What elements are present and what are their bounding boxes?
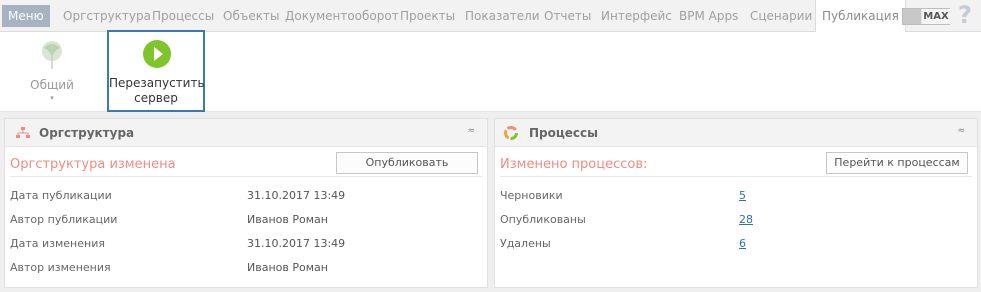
collapse-icon[interactable]: ≈ — [467, 126, 475, 136]
general-label: Общий — [30, 78, 74, 92]
published-label: Опубликованы — [500, 213, 586, 226]
orgstructure-status: Оргструктура изменена — [10, 157, 176, 172]
chevron-down-icon: ▾ — [50, 94, 54, 102]
ribbon-toolbar: Общий ▾ Перезапустить сервер — [0, 30, 981, 112]
deleted-count-link[interactable]: 6 — [739, 237, 746, 250]
orgstructure-panel: Оргструктура ≈ Оргструктура изменена Опу… — [4, 118, 488, 288]
tab-orgstructure[interactable]: Оргструктура — [63, 0, 151, 32]
change-author-value: Иванов Роман — [247, 261, 328, 274]
publication-date-label: Дата публикации — [10, 189, 112, 202]
published-count-link[interactable]: 28 — [739, 213, 753, 226]
processes-panel: Процессы ≈ Изменено процессов: Перейти к… — [494, 118, 978, 288]
publication-author-label: Автор публикации — [10, 213, 118, 226]
tab-publication[interactable]: Публикация — [815, 0, 906, 33]
tab-scenarios[interactable]: Сценарии — [750, 0, 812, 32]
general-dropdown[interactable]: Общий ▾ — [28, 40, 76, 102]
change-author-label: Автор изменения — [10, 261, 111, 274]
org-chart-icon — [16, 127, 30, 138]
restart-server-button[interactable]: Перезапустить сервер — [107, 30, 205, 112]
drafts-label: Черновики — [500, 189, 563, 202]
change-date-label: Дата изменения — [10, 237, 105, 250]
divider — [500, 176, 972, 177]
divider — [10, 176, 482, 177]
tab-processes[interactable]: Процессы — [152, 0, 214, 32]
publication-author-value: Иванов Роман — [247, 213, 328, 226]
restart-server-label: Перезапустить сервер — [109, 76, 205, 105]
drafts-count-link[interactable]: 5 — [739, 189, 746, 202]
processes-status: Изменено процессов: — [500, 157, 648, 172]
tab-projects[interactable]: Проекты — [400, 0, 455, 32]
tab-objects[interactable]: Объекты — [223, 0, 279, 32]
go-to-processes-button[interactable]: Перейти к процессам — [826, 152, 968, 174]
processes-panel-title: Процессы — [529, 126, 598, 140]
toggle-knob — [903, 9, 921, 24]
orgstructure-panel-title: Оргструктура — [39, 126, 135, 140]
tab-indicators[interactable]: Показатели — [465, 0, 540, 32]
play-icon — [143, 40, 171, 68]
process-ring-icon — [504, 126, 518, 140]
orgstructure-panel-header[interactable]: Оргструктура ≈ — [5, 119, 487, 147]
top-menu-bar: Меню Оргструктура Процессы Объекты Докум… — [0, 0, 981, 33]
tab-reports[interactable]: Отчеты — [544, 0, 591, 32]
help-icon[interactable]: ? — [958, 1, 972, 29]
tab-interface[interactable]: Интерфейс — [601, 0, 672, 32]
tab-document-flow[interactable]: Документооборот — [285, 0, 399, 32]
publish-button[interactable]: Опубликовать — [336, 152, 478, 174]
pin-icon — [42, 41, 62, 69]
max-label: MAX — [922, 9, 950, 24]
collapse-icon[interactable]: ≈ — [957, 126, 965, 136]
menu-button[interactable]: Меню — [2, 5, 50, 27]
tab-bpm-apps[interactable]: BPM Apps — [679, 0, 738, 32]
publication-date-value: 31.10.2017 13:49 — [247, 189, 346, 202]
deleted-label: Удалены — [500, 237, 551, 250]
change-date-value: 31.10.2017 13:49 — [247, 237, 346, 250]
max-toggle[interactable]: MAX — [902, 8, 950, 25]
processes-panel-header[interactable]: Процессы ≈ — [495, 119, 977, 147]
